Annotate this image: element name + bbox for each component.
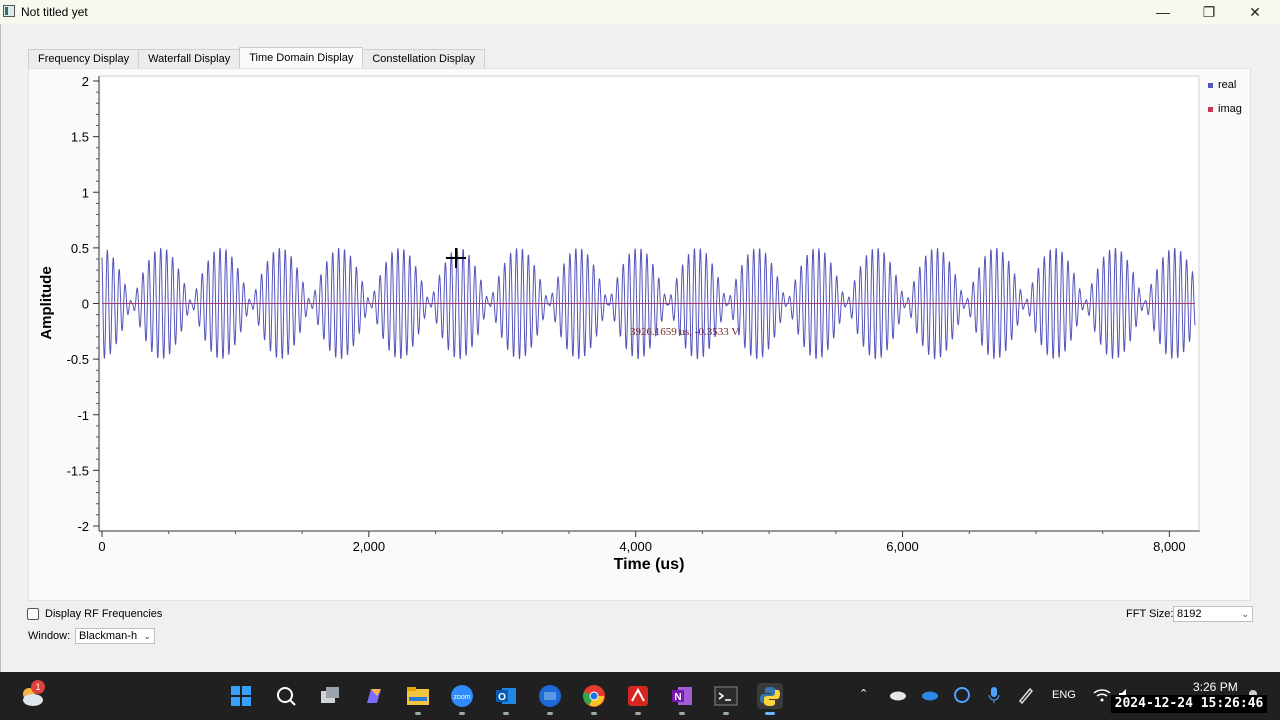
window-label: Window: <box>28 630 71 642</box>
legend-label-real: real <box>1218 79 1237 91</box>
python-idle-icon[interactable] <box>537 683 563 709</box>
task-view-icon[interactable] <box>317 683 343 709</box>
x-tick-label: 0 <box>98 539 105 554</box>
window-select[interactable]: Blackman-h ⌄ <box>75 628 155 644</box>
x-tick-label: 2,000 <box>353 539 386 554</box>
y-tick-label: -1 <box>77 408 89 423</box>
onenote-icon[interactable]: N <box>669 683 695 709</box>
datetime-overlay: 2024-12-24 15:26:46 <box>1111 695 1267 713</box>
display-rf-frequencies-label: Display RF Frequencies <box>45 608 163 620</box>
y-tick-label: 0.5 <box>71 241 89 256</box>
svg-text:O: O <box>498 692 506 703</box>
running-indicator <box>591 712 597 715</box>
clock-time[interactable]: 3:26 PM <box>1193 680 1238 694</box>
x-tick-label: 6,000 <box>886 539 919 554</box>
y-axis: 2 1.5 1 0.5 0 -0.5 -1 -1.5 -2 <box>67 74 99 534</box>
running-indicator <box>635 712 641 715</box>
running-indicator <box>679 712 685 715</box>
chevron-down-icon: ⌄ <box>1241 609 1249 619</box>
legend-item-imag[interactable]: imag <box>1208 103 1242 115</box>
fft-size-select-value: 8192 <box>1177 608 1202 620</box>
cursor-tracker-readout: 3926.1659 us, -0.3533 V <box>630 326 740 338</box>
sync-icon[interactable] <box>953 686 971 707</box>
svg-text:zoom: zoom <box>453 694 470 701</box>
wifi-icon[interactable] <box>1093 687 1111 706</box>
start-icon[interactable] <box>228 683 254 709</box>
chrome-icon[interactable] <box>581 683 607 709</box>
y-tick-label: -2 <box>77 519 89 534</box>
microphone-icon[interactable] <box>987 686 1001 707</box>
zoom-icon[interactable]: zoom <box>449 683 475 709</box>
running-indicator <box>723 712 729 715</box>
y-tick-label: -1.5 <box>67 463 89 478</box>
x-axis-label: Time (us) <box>614 556 685 573</box>
y-axis-label: Amplitude <box>38 266 55 339</box>
cloud-icon[interactable] <box>889 689 907 704</box>
file-explorer-icon[interactable] <box>405 683 431 709</box>
y-tick-label: -0.5 <box>67 352 89 367</box>
onedrive-icon[interactable] <box>921 689 939 704</box>
crosshair-cursor-icon <box>446 248 466 268</box>
fft-size-select[interactable]: 8192 ⌄ <box>1173 606 1253 622</box>
running-indicator <box>547 712 553 715</box>
copilot-icon[interactable] <box>361 683 387 709</box>
weather-badge: 1 <box>31 680 45 694</box>
legend: real imag <box>1208 79 1242 127</box>
y-tick-label: 1 <box>82 185 89 200</box>
x-tick-label: 8,000 <box>1153 539 1186 554</box>
window-select-value: Blackman-h <box>79 630 138 642</box>
language-indicator[interactable]: ENG <box>1052 689 1076 701</box>
legend-label-imag: imag <box>1218 103 1242 115</box>
x-axis: 0 2,000 4,000 6,000 8,000 <box>98 531 1186 554</box>
terminal-icon[interactable] <box>713 683 739 709</box>
outlook-icon[interactable]: O <box>493 683 519 709</box>
legend-swatch-real <box>1208 82 1213 88</box>
time-domain-plot[interactable]: 2 1.5 1 0.5 0 -0.5 -1 -1.5 -2 0 2,000 4,000 6,000 8,… <box>0 0 1280 600</box>
fft-size-label: FFT Size: <box>1126 608 1174 620</box>
running-indicator <box>503 712 509 715</box>
legend-swatch-imag <box>1208 106 1213 112</box>
acrobat-icon[interactable] <box>625 683 651 709</box>
chevron-down-icon: ⌄ <box>143 631 151 641</box>
y-tick-label: 0 <box>82 297 89 312</box>
svg-text:N: N <box>674 692 681 703</box>
legend-item-real[interactable]: real <box>1208 79 1242 91</box>
y-tick-label: 1.5 <box>71 130 89 145</box>
running-indicator <box>415 712 421 715</box>
python-icon[interactable] <box>757 683 783 709</box>
display-rf-frequencies-checkbox[interactable] <box>27 608 39 620</box>
show-hidden-icons-icon[interactable]: ⌃ <box>859 687 868 700</box>
pen-icon[interactable] <box>1017 686 1035 707</box>
running-indicator <box>459 712 465 715</box>
y-tick-label: 2 <box>82 74 89 89</box>
taskbar: zoom O N ⌃ ENG <box>0 672 1280 720</box>
x-tick-label: 4,000 <box>619 539 652 554</box>
active-indicator <box>765 712 775 715</box>
search-icon[interactable] <box>273 683 299 709</box>
